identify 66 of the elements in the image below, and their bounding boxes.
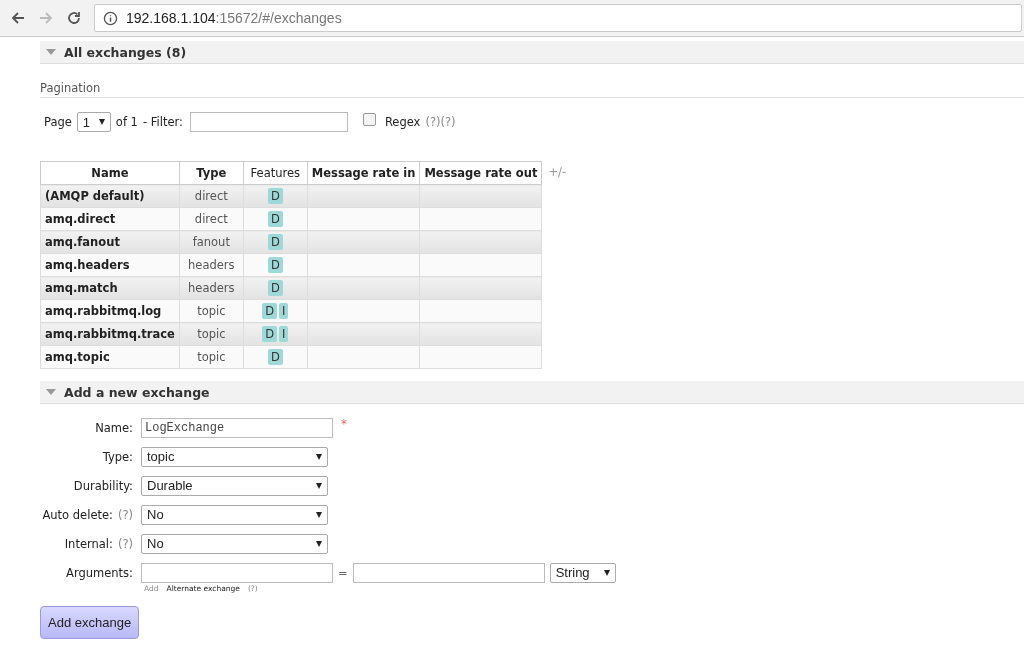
feature-badge: D — [267, 257, 283, 273]
page-count: of 1 — [115, 115, 138, 129]
section-header[interactable]: Add a new exchange — [40, 381, 1024, 404]
column-header: Name — [40, 161, 180, 185]
exchange-name[interactable]: (AMQP default) — [40, 184, 180, 208]
section-title: Add a new exchange — [64, 384, 210, 400]
pagination-heading: Pagination — [40, 81, 1024, 98]
section-title: All exchanges (8) — [64, 44, 187, 60]
filter-label: - Filter: — [142, 115, 183, 129]
column-header: Type — [179, 161, 244, 185]
feature-badge: D — [267, 211, 283, 227]
exchange-name[interactable]: amq.direct — [40, 207, 180, 231]
exchange-name[interactable]: amq.fanout — [40, 230, 180, 254]
help-link[interactable]: (?)(?) — [425, 115, 456, 129]
regex-checkbox[interactable] — [362, 113, 376, 126]
select-field[interactable]: No — [141, 533, 328, 554]
back-icon[interactable] — [10, 10, 26, 26]
column-header: Message rate in — [307, 161, 420, 185]
column-header: Features — [243, 161, 308, 185]
exchange-name[interactable]: amq.headers — [40, 253, 180, 277]
url-text: 192.168.1.104:15672/#/exchanges — [126, 10, 342, 26]
page-label: Page — [44, 115, 72, 129]
caret-icon[interactable] — [316, 540, 322, 547]
equals-sign: = — [338, 565, 348, 580]
page-select[interactable]: 1 — [76, 112, 111, 132]
field-label: Arguments: — [66, 565, 133, 580]
field-label: Internal: — [64, 536, 113, 551]
feature-badge: D — [267, 349, 283, 365]
caret-icon[interactable] — [316, 453, 322, 460]
feature-badge: I — [279, 326, 289, 342]
address-bar[interactable]: 192.168.1.104:15672/#/exchanges — [94, 4, 1022, 32]
feature-badge: D — [267, 188, 283, 204]
reload-icon[interactable] — [66, 10, 82, 26]
caret-icon[interactable] — [316, 482, 322, 489]
caret-icon[interactable] — [316, 511, 322, 518]
select-field[interactable]: topic — [141, 446, 328, 467]
exchange-name[interactable]: amq.rabbitmq.log — [40, 299, 180, 323]
field-label: Name: — [95, 420, 133, 435]
info-icon[interactable] — [103, 10, 118, 26]
feature-badge: D — [267, 280, 283, 296]
help-link[interactable]: (?) — [117, 536, 133, 551]
feature-badge: I — [279, 303, 289, 319]
add-exchange-button[interactable]: Add exchange — [40, 606, 140, 639]
field-label: Type: — [102, 449, 133, 464]
feature-badge: D — [262, 303, 278, 319]
section-header[interactable]: All exchanges (8) — [40, 41, 1024, 64]
exchange-name[interactable]: amq.topic — [40, 345, 180, 369]
regex-label: Regex — [384, 115, 421, 129]
feature-badge: D — [262, 326, 278, 342]
caret-icon[interactable] — [98, 119, 105, 125]
argument-type-select[interactable]: String — [549, 562, 616, 583]
field-label: Auto delete: — [42, 507, 113, 522]
exchange-name[interactable]: amq.match — [40, 276, 180, 300]
help-link[interactable]: (?) — [117, 507, 133, 522]
name-field[interactable]: LogExchange — [141, 417, 333, 438]
feature-badge: D — [267, 234, 283, 250]
filter-field[interactable] — [189, 112, 348, 132]
exchange-name[interactable]: amq.rabbitmq.trace — [40, 322, 180, 346]
caret-icon[interactable] — [603, 569, 610, 576]
select-field[interactable]: No — [141, 504, 328, 525]
select-field[interactable]: Durable — [141, 475, 328, 496]
field-label: Durability: — [73, 478, 133, 493]
argument-key-field[interactable] — [141, 562, 333, 583]
required-mark: * — [341, 417, 347, 431]
column-header: Message rate out — [419, 161, 542, 185]
argument-value-field[interactable] — [352, 562, 545, 583]
